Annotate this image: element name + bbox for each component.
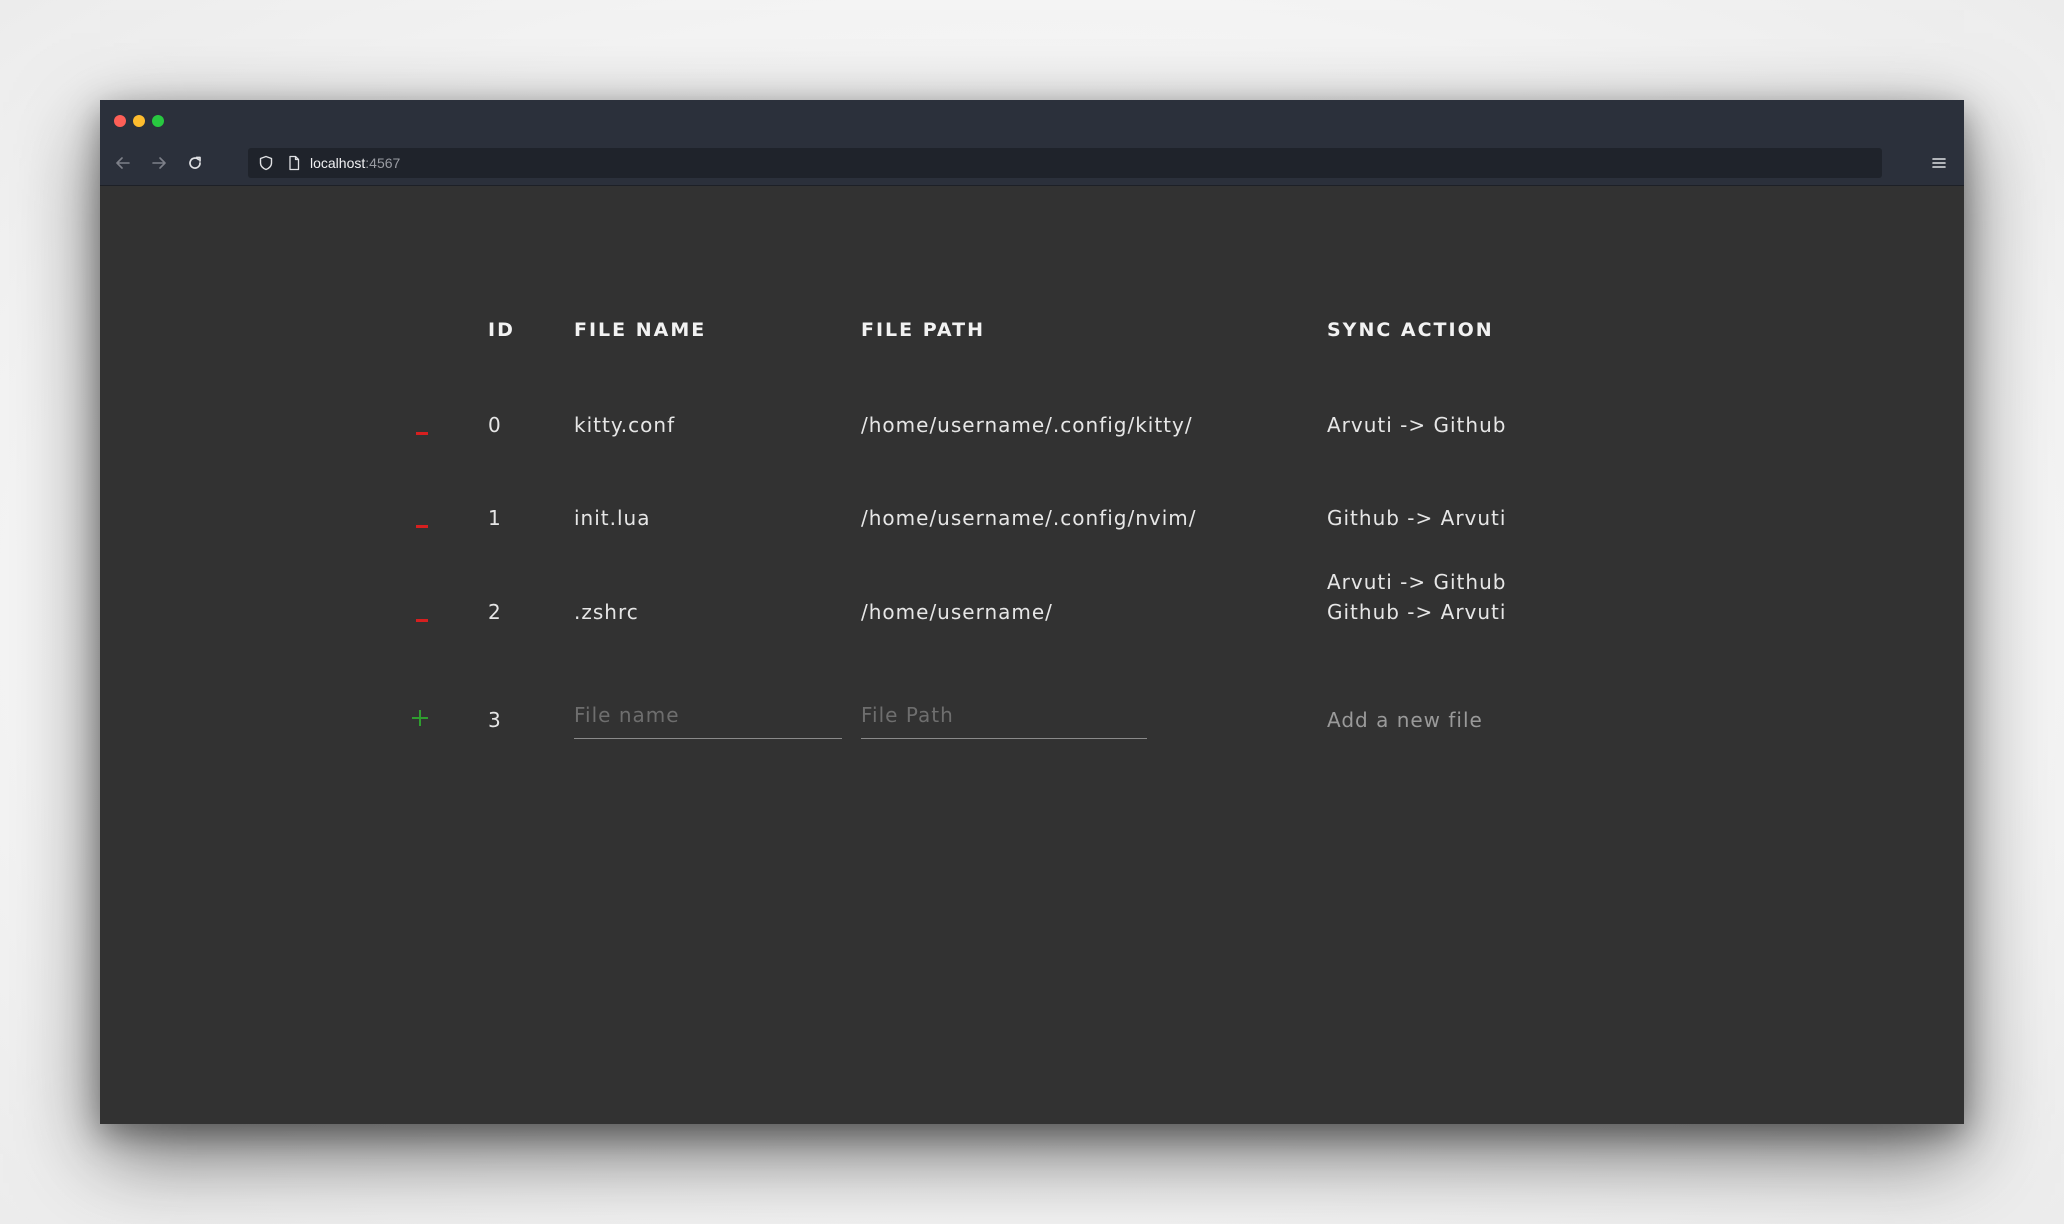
plus-icon-stem [419,710,421,726]
reload-icon [189,156,201,169]
zoom-window-button[interactable] [152,115,164,127]
address-bar[interactable]: localhost:4567 [248,148,1882,178]
title-bar [100,100,1964,142]
menu-button[interactable] [1928,152,1950,174]
url-host: localhost [310,155,366,171]
column-header-id: ID [488,319,515,341]
add-file-button[interactable] [410,707,432,729]
shield-icon[interactable] [258,155,274,175]
row-file-path: /home/username/ [861,600,1053,624]
row-file-path: /home/username/.config/kitty/ [861,413,1193,437]
file-name-input[interactable] [574,700,842,739]
url-port: :4567 [365,155,401,171]
remove-row-button[interactable] [413,517,431,535]
row-id: 1 [488,506,502,530]
page-icon[interactable] [286,155,302,175]
page-content: ID FILE NAME FILE PATH SYNC ACTION 0 kit… [100,186,1964,1124]
row-id: 0 [488,413,502,437]
minimize-window-button[interactable] [133,115,145,127]
row-file-name: kitty.conf [574,413,676,437]
minus-icon [416,431,428,435]
add-new-file-label[interactable]: Add a new file [1327,708,1483,732]
remove-row-button[interactable] [413,424,431,442]
row-sync-action: Github -> Arvuti [1327,600,1507,624]
minus-icon [416,618,428,622]
row-file-path: /home/username/.config/nvim/ [861,506,1197,530]
row-id: 2 [488,600,502,624]
row-sync-action: Arvuti -> Github [1327,413,1507,437]
row-file-name: .zshrc [574,600,639,624]
forward-button[interactable] [146,150,172,176]
arrow-right-icon [152,157,166,169]
row-sync-action: Github -> Arvuti [1327,506,1507,530]
column-header-file-path: FILE PATH [861,319,986,341]
browser-window: localhost:4567 ID FILE NAME FILE PATH SY… [100,100,1964,1124]
url-text[interactable]: localhost:4567 [310,155,400,171]
browser-toolbar: localhost:4567 [100,142,1964,186]
file-path-input[interactable] [861,700,1147,739]
row-sync-action: Arvuti -> Github [1327,570,1507,594]
back-button[interactable] [110,150,136,176]
new-row-id: 3 [488,708,502,732]
hamburger-menu-icon [1932,158,1946,168]
reload-button[interactable] [182,150,208,176]
row-file-name: init.lua [574,506,651,530]
column-header-file-name: FILE NAME [574,319,707,341]
minus-icon [416,524,428,528]
close-window-button[interactable] [114,115,126,127]
arrow-left-icon [116,157,130,169]
remove-row-button[interactable] [413,611,431,629]
column-header-sync-action: SYNC ACTION [1327,319,1494,341]
